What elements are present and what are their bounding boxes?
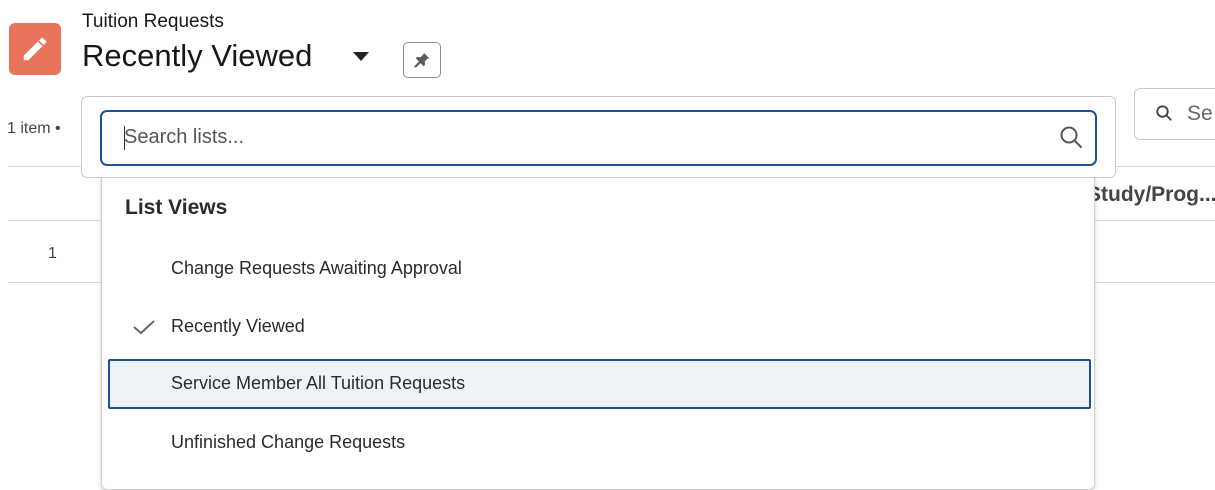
pencil-icon [23, 37, 47, 61]
pin-button[interactable] [403, 42, 441, 78]
column-header[interactable]: Study/Prog... [1087, 183, 1215, 207]
list-view-item[interactable]: Unfinished Change Requests [102, 418, 1094, 468]
list-view-item-label: Unfinished Change Requests [171, 432, 406, 452]
list-view-item-selected[interactable]: Recently Viewed [102, 302, 1094, 352]
row-number: 1 [48, 245, 57, 262]
chevron-down-icon[interactable] [353, 52, 369, 61]
item-count: 1 item • [7, 120, 61, 137]
list-view-item-label: Recently Viewed [171, 316, 305, 336]
list-view-item-label: Service Member All Tuition Requests [171, 373, 466, 393]
list-view-item-focused[interactable]: Service Member All Tuition Requests [108, 359, 1091, 409]
table-search-placeholder: Se [1187, 102, 1213, 125]
search-lists-input[interactable]: Search lists... [100, 110, 1097, 166]
list-view-title[interactable]: Recently Viewed [82, 38, 312, 74]
list-view-item[interactable]: Change Requests Awaiting Approval [102, 244, 1094, 294]
checkmark-icon [133, 320, 155, 335]
list-view-item-label: Change Requests Awaiting Approval [171, 258, 462, 278]
table-search-input[interactable]: Se [1134, 88, 1215, 140]
dropdown-heading: List Views [125, 196, 228, 219]
search-icon [1156, 105, 1172, 121]
pin-icon [414, 52, 430, 68]
object-name: Tuition Requests [82, 11, 224, 32]
text-cursor [124, 126, 125, 150]
app-icon [9, 23, 61, 75]
search-icon [1060, 126, 1082, 148]
list-views-dropdown: List Views Change Requests Awaiting Appr… [101, 168, 1095, 490]
search-lists-placeholder: Search lists... [124, 126, 245, 148]
